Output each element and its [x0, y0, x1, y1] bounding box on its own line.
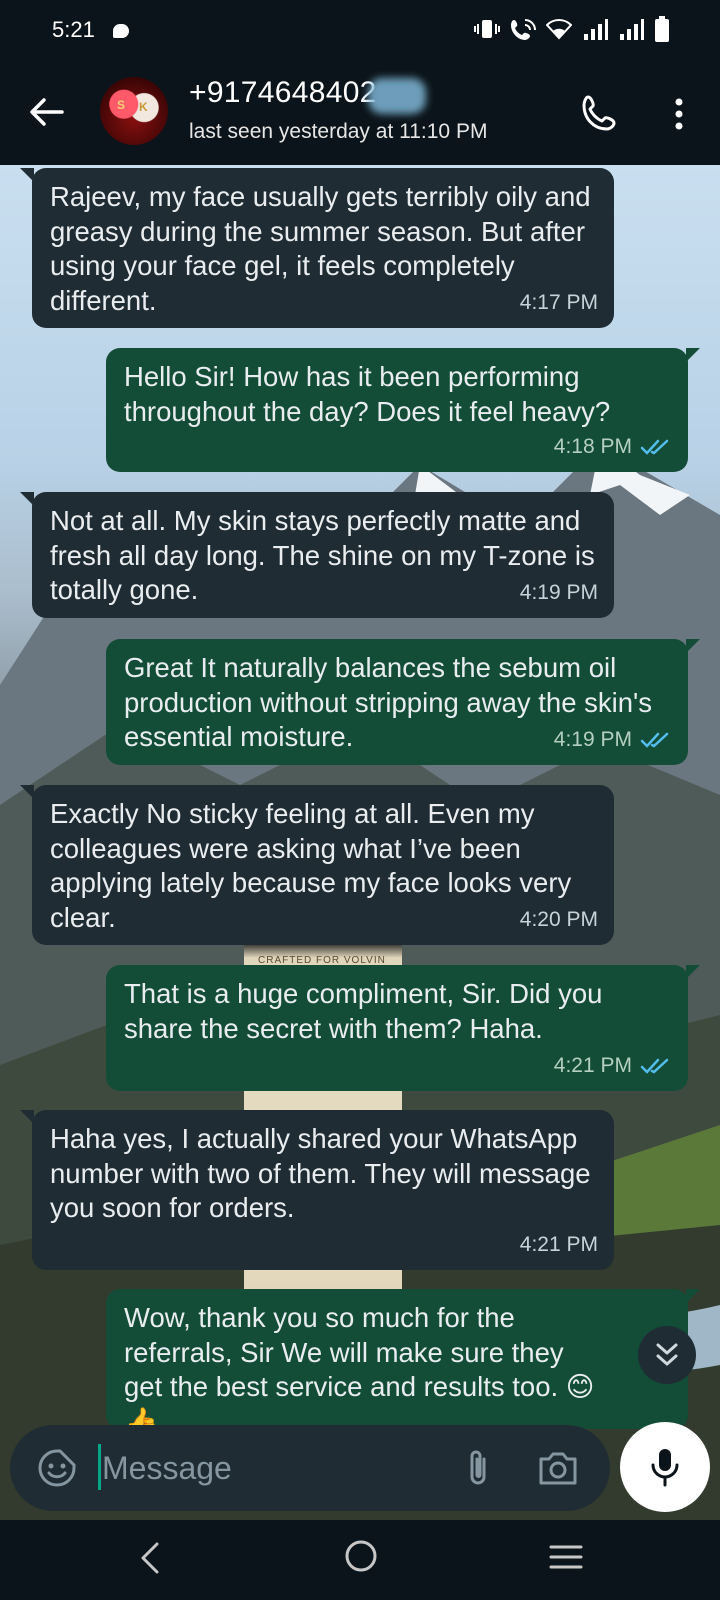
message-outgoing[interactable]: Great It naturally balances the sebum oi…	[106, 639, 700, 765]
message-meta: 4:19 PM	[520, 576, 598, 611]
message-text: That is a huge compliment, Sir. Did you …	[124, 978, 603, 1044]
read-ticks-icon	[640, 439, 669, 455]
message-input[interactable]	[102, 1445, 442, 1491]
message-text: Haha yes, I actually shared your WhatsAp…	[50, 1123, 591, 1223]
chat-area[interactable]: CRAFTED FOR VOLVIN Rajeev, my face usual…	[0, 165, 720, 1520]
message-meta: 4:21 PM	[520, 1228, 598, 1263]
message-meta: 4:19 PM	[554, 723, 672, 758]
message-time: 4:18 PM	[553, 434, 632, 458]
status-bar: 5:21	[0, 0, 720, 62]
message-incoming[interactable]: Not at all. My skin stays perfectly matt…	[20, 492, 614, 618]
message-meta: 4:20 PM	[520, 903, 598, 938]
wifi-icon	[546, 19, 572, 40]
message-time: 4:17 PM	[519, 290, 598, 314]
avatar[interactable]: S K	[100, 77, 168, 145]
text-cursor	[98, 1444, 101, 1490]
message-time: 4:19 PM	[553, 727, 632, 751]
nav-back-icon[interactable]	[135, 1538, 165, 1578]
contact-name[interactable]: +9174648402	[189, 76, 377, 110]
nav-home-icon[interactable]	[343, 1538, 379, 1574]
message-incoming[interactable]: Haha yes, I actually shared your WhatsAp…	[20, 1110, 614, 1270]
double-chevron-down-icon	[656, 1343, 678, 1366]
message-outgoing[interactable]: Hello Sir! How has it been performing th…	[106, 348, 700, 472]
signal-icon	[584, 19, 608, 40]
back-arrow-icon[interactable]	[24, 90, 68, 134]
message-time: 4:19 PM	[519, 580, 598, 604]
message-meta: 4:18 PM	[554, 430, 672, 465]
message-time: 4:20 PM	[519, 907, 598, 931]
message-outgoing[interactable]: Wow, thank you so much for the referrals…	[106, 1289, 700, 1437]
status-icons	[474, 16, 670, 42]
message-text: Rajeev, my face usually gets terribly oi…	[50, 181, 591, 316]
signal-icon-2	[620, 19, 644, 40]
more-vertical-icon[interactable]	[664, 92, 694, 136]
last-seen-status: last seen yesterday at 11:10 PM	[189, 120, 488, 143]
avatar-letter-k: K	[139, 100, 148, 114]
paperclip-icon[interactable]	[458, 1447, 498, 1489]
system-nav-bar	[0, 1520, 720, 1600]
message-meta: 4:21 PM	[554, 1049, 672, 1084]
message-time: 4:21 PM	[553, 1053, 632, 1077]
nav-recents-icon[interactable]	[548, 1542, 584, 1572]
message-incoming[interactable]: Rajeev, my face usually gets terribly oi…	[20, 168, 614, 328]
sticker-smile-icon[interactable]	[36, 1447, 78, 1489]
redaction-blur	[368, 78, 426, 114]
wifi-call-icon	[511, 19, 536, 40]
message-incoming[interactable]: Exactly No sticky feeling at all. Even m…	[20, 785, 614, 945]
message-meta: 4:17 PM	[520, 286, 598, 321]
message-text: Hello Sir! How has it been performing th…	[124, 361, 611, 427]
scroll-to-bottom-button[interactable]	[638, 1326, 696, 1384]
chat-notification-icon	[113, 24, 129, 38]
message-text: Not at all. My skin stays perfectly matt…	[50, 505, 595, 605]
message-outgoing[interactable]: That is a huge compliment, Sir. Did you …	[106, 965, 700, 1091]
message-text: Exactly No sticky feeling at all. Even m…	[50, 798, 572, 933]
message-text: Wow, thank you so much for the referrals…	[124, 1302, 595, 1437]
battery-icon	[655, 16, 669, 42]
vibrate-icon	[474, 20, 500, 38]
message-composer	[10, 1425, 610, 1511]
phone-icon[interactable]	[579, 92, 623, 136]
microphone-icon	[651, 1449, 679, 1487]
status-time: 5:21	[52, 17, 95, 42]
microphone-button[interactable]	[620, 1422, 710, 1512]
avatar-letter-s: S	[117, 98, 126, 112]
chat-header: S K +9174648402 last seen yesterday at 1…	[0, 62, 720, 165]
read-ticks-icon	[640, 732, 669, 748]
camera-icon[interactable]	[536, 1447, 580, 1489]
read-ticks-icon	[640, 1058, 669, 1074]
message-time: 4:21 PM	[519, 1232, 598, 1256]
